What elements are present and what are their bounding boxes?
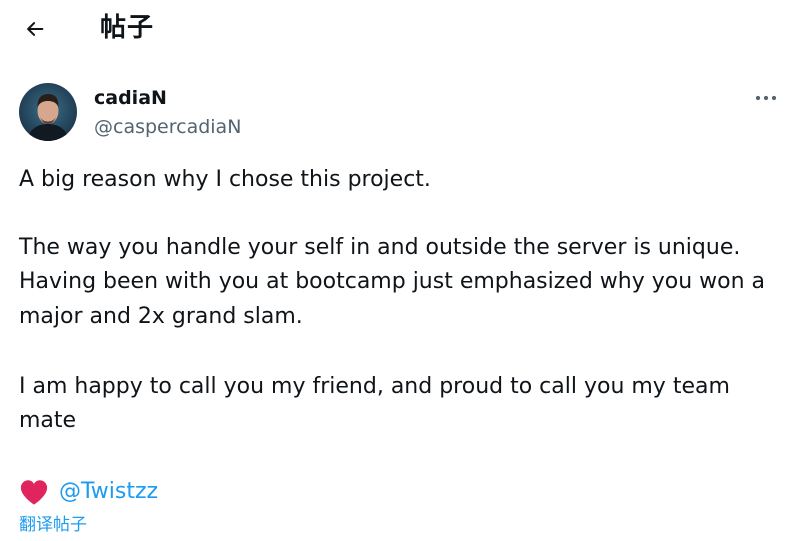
post-text-line: major and 2x grand slam. [19, 304, 303, 329]
post-text-line: The way you handle your self in and outs… [19, 235, 741, 260]
more-horizontal-icon [755, 95, 777, 101]
arrow-left-icon [27, 22, 44, 36]
post-text-line: A big reason why I chose this project. [19, 167, 431, 192]
author-name[interactable]: cadiaN [94, 86, 167, 110]
author-handle[interactable]: @caspercadiaN [94, 115, 241, 139]
more-options-button[interactable] [750, 84, 782, 112]
mention-row: @Twistzz [19, 476, 158, 508]
page-title: 帖子 [100, 13, 155, 43]
avatar[interactable] [19, 83, 77, 141]
post-text-line: I am happy to call you my friend, and pr… [19, 374, 730, 399]
post-text-line: Having been with you at bootcamp just em… [19, 269, 766, 294]
top-bar: 帖子 [0, 0, 800, 56]
translate-post-link[interactable]: 翻译帖子 [19, 513, 87, 537]
post-text-line: mate [19, 408, 77, 433]
back-button[interactable] [18, 12, 52, 46]
mention-link[interactable]: @Twistzz [59, 476, 158, 508]
heart-icon [20, 480, 48, 505]
